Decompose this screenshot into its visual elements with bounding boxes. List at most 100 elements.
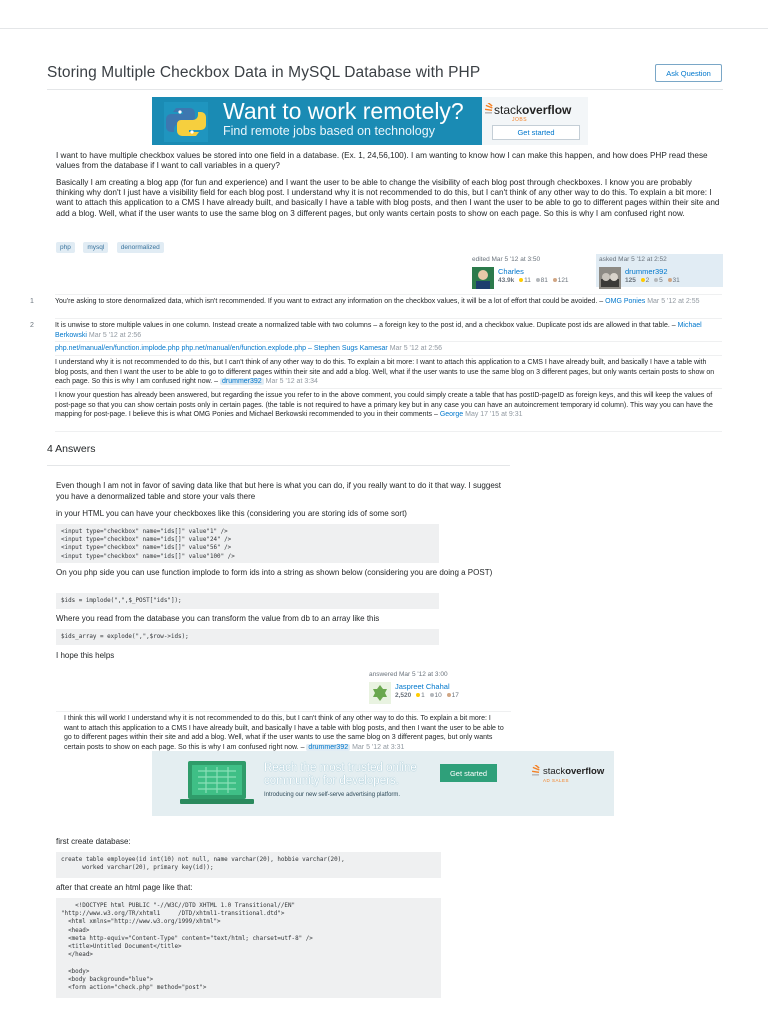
code-line: <head>: [61, 927, 90, 934]
code-line: <!DOCTYPE html PUBLIC "-//W3C//DTD XHTML…: [61, 903, 296, 909]
asker-reputation: 125 2 5 31: [625, 277, 680, 284]
advertising-banner[interactable]: Reach the most trusted online community …: [152, 751, 614, 816]
answer-text: I hope this helps: [56, 651, 115, 660]
answer-text: Where you read from the database you can…: [56, 614, 380, 623]
banner2-get-started-button[interactable]: Get started: [440, 764, 497, 782]
answer-text: after that create an html page like that…: [56, 883, 193, 892]
comment-user[interactable]: drummer392: [306, 743, 351, 751]
banner2-headline-line: Reach the most trusted online: [264, 762, 417, 774]
stackoverflow-wordmark: stackoverflow: [494, 103, 572, 117]
banner2-headline-line: community for developers.: [264, 775, 399, 787]
code-line: <form action="check.php" method="post">: [61, 985, 207, 992]
asker-name[interactable]: drummer392: [625, 267, 668, 276]
answers-divider: [47, 465, 510, 466]
answered-label: answered Mar 5 '12 at 3:00: [369, 671, 448, 678]
code-block: create table employee(id int(10) not nul…: [56, 852, 441, 878]
silver-badge-icon: [429, 693, 434, 698]
tag-php[interactable]: php: [56, 242, 75, 253]
comment-user[interactable]: George: [440, 411, 463, 418]
editor-name[interactable]: Charles: [498, 267, 524, 276]
banner-subline: Find remote jobs based on technology: [223, 124, 435, 138]
answers-heading: 4 Answers: [47, 443, 96, 455]
code-line: worked varchar(20), primary key(id));: [61, 865, 214, 872]
tag-denormalized[interactable]: denormalized: [116, 242, 164, 253]
comment-date[interactable]: Mar 5 '12 at 3:31: [352, 744, 404, 751]
comment-text: I understand why it is not recommended t…: [55, 359, 715, 385]
comment-user[interactable]: drummer392: [220, 378, 264, 385]
comment-user[interactable]: Stephen Sugs Kamesar: [314, 345, 388, 352]
code-line: <input type="checkbox" name="ids[]" valu…: [61, 545, 232, 552]
stackoverflow-logo-icon: [484, 103, 493, 114]
code-block: $ids_array = explode(",",$row->ids);: [56, 629, 439, 645]
avatar[interactable]: [369, 682, 391, 704]
gold-badge-icon: [519, 278, 524, 283]
comment-date[interactable]: Mar 5 '12 at 2:55: [647, 298, 699, 305]
code-block: <input type="checkbox" name="ids[]" valu…: [56, 524, 439, 563]
comment-user[interactable]: OMG Ponies: [605, 298, 645, 305]
answerer-reputation: 2,520 1 10 17: [395, 692, 459, 699]
code-block: $ids = implode(",",$_POST["ids"]);: [56, 593, 439, 609]
code-line: "http://www.w3.org/TR/xhtml1 /DTD/xhtml1…: [61, 911, 285, 918]
bronze-badge-icon: [552, 278, 557, 283]
asked-user-card: asked Mar 5 '12 at 2:52 drummer392 125 2…: [599, 256, 714, 294]
code-line: $ids = implode(",",$_POST["ids"]);: [61, 598, 182, 604]
comment-text[interactable]: php.net/manual/en/function.implode.php p…: [55, 345, 312, 352]
gold-badge-icon: [640, 278, 645, 283]
comment-score: 2: [30, 322, 34, 329]
code-line: $ids_array = explode(",",$row->ids);: [61, 634, 189, 640]
get-started-button[interactable]: Get started: [492, 125, 580, 140]
top-divider: [0, 28, 768, 29]
code-line: <body>: [61, 968, 90, 975]
silver-badge-icon: [535, 278, 540, 283]
code-line: <input type="checkbox" name="ids[]" valu…: [61, 529, 228, 535]
comment-item: I think this will work! I understand why…: [64, 714, 504, 752]
comment-text: I know your question has already been an…: [55, 392, 713, 418]
comment-text: I think this will work! I understand why…: [64, 715, 504, 751]
comment-divider: [55, 294, 722, 295]
answer-text: in your HTML you can have your checkboxe…: [56, 509, 407, 518]
gold-badge-icon: [416, 693, 421, 698]
comment-date[interactable]: Mar 5 '12 at 2:56: [89, 332, 141, 339]
answer-text: On you php side you can use function imp…: [56, 568, 493, 577]
comment-date[interactable]: May 17 '15 at 9:31: [465, 411, 522, 418]
code-line: <body background="blue">: [61, 976, 154, 983]
asked-label: asked Mar 5 '12 at 2:52: [599, 256, 667, 263]
comment-date[interactable]: Mar 5 '12 at 2:56: [390, 345, 442, 352]
comment-divider: [55, 388, 722, 389]
avatar[interactable]: [599, 267, 621, 289]
remote-jobs-banner[interactable]: Want to work remotely? Find remote jobs …: [152, 97, 588, 145]
question-body-p2: Basically I am creating a blog app (for …: [56, 178, 720, 218]
code-line: <input type="checkbox" name="ids[]" valu…: [61, 553, 235, 560]
question-body-p1: I want to have multiple checkbox values …: [56, 151, 708, 171]
code-line: <meta http-equiv="Content-Type" content=…: [61, 935, 313, 942]
comment-date[interactable]: Mar 5 '12 at 3:34: [266, 378, 318, 385]
banner2-headline: Reach the most trusted online community …: [264, 762, 417, 788]
banner2-subline: Introducing our new self-serve advertisi…: [264, 792, 401, 798]
silver-badge-icon: [654, 278, 659, 283]
jobs-label: JOBS: [512, 117, 528, 123]
banner-headline: Want to work remotely?: [223, 98, 464, 124]
bronze-badge-icon: [446, 693, 451, 698]
tag-mysql[interactable]: mysql: [83, 242, 109, 253]
comment-item: I know your question has already been an…: [55, 391, 720, 420]
comment-divider: [56, 711, 511, 712]
stackoverflow-logo-icon: [531, 765, 540, 776]
comment-divider: [55, 318, 722, 319]
code-line: create table employee(id int(10) not nul…: [61, 857, 345, 863]
laptop-icon: [180, 761, 254, 804]
tag-list: php mysql denormalized: [56, 236, 168, 254]
code-line: <html xmlns="http://www.w3.org/1999/xhtm…: [61, 919, 221, 926]
avatar[interactable]: [472, 267, 494, 289]
comment-text: You're asking to store denormalized data…: [55, 298, 604, 305]
ask-question-button[interactable]: Ask Question: [655, 64, 722, 82]
edited-label: edited Mar 5 '12 at 3:50: [472, 256, 541, 263]
editor-reputation: 43.9k 11 81 121: [498, 277, 569, 284]
comment-item: php.net/manual/en/function.implode.php p…: [55, 344, 720, 354]
comment-divider: [55, 355, 722, 356]
answerer-name[interactable]: Jaspreet Chahal: [395, 682, 450, 691]
python-logo-icon: [164, 102, 208, 142]
title-divider: [47, 89, 723, 90]
code-line: </head>: [61, 952, 93, 959]
comment-item: 1 You're asking to store denormalized da…: [30, 297, 720, 307]
